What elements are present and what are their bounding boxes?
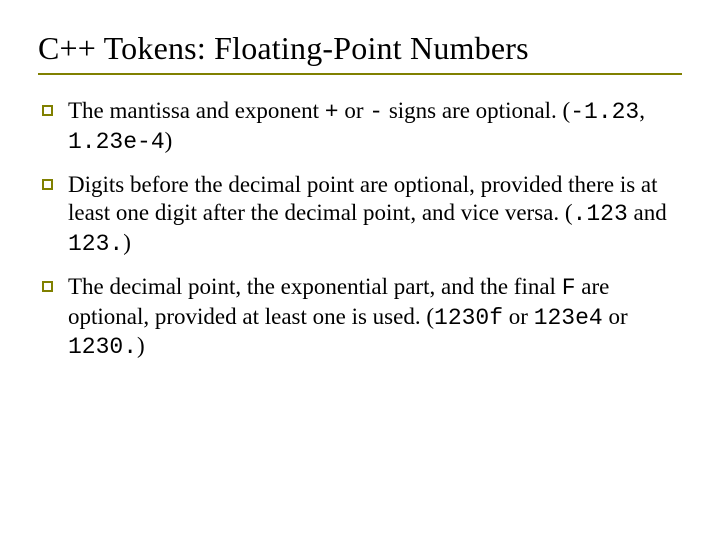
text: ) <box>165 128 173 153</box>
text: The mantissa and exponent <box>68 98 325 123</box>
text: and <box>628 200 667 225</box>
code-text: -1.23 <box>570 99 639 125</box>
text: ) <box>137 333 145 358</box>
text: or <box>503 304 534 329</box>
text: or <box>603 304 628 329</box>
code-text: + <box>325 99 339 125</box>
slide: C++ Tokens: Floating-Point Numbers The m… <box>0 0 720 540</box>
code-text: .123 <box>573 201 628 227</box>
text: Digits before the decimal point are opti… <box>68 172 658 226</box>
text: The decimal point, the exponential part,… <box>68 274 562 299</box>
page-title: C++ Tokens: Floating-Point Numbers <box>38 30 682 67</box>
code-text: 1230. <box>68 334 137 360</box>
list-item: The mantissa and exponent + or - signs a… <box>38 97 682 157</box>
code-text: 1.23e-4 <box>68 129 165 155</box>
bullet-list: The mantissa and exponent + or - signs a… <box>38 97 682 362</box>
code-text: 123. <box>68 231 123 257</box>
text: or <box>339 98 370 123</box>
text: signs are optional. ( <box>383 98 570 123</box>
code-text: 123e4 <box>534 305 603 331</box>
code-text: - <box>369 99 383 125</box>
title-underline <box>38 73 682 75</box>
list-item: Digits before the decimal point are opti… <box>38 171 682 259</box>
text: ) <box>123 230 131 255</box>
code-text: 1230f <box>434 305 503 331</box>
code-text: F <box>562 275 576 301</box>
text: , <box>639 98 645 123</box>
list-item: The decimal point, the exponential part,… <box>38 273 682 362</box>
